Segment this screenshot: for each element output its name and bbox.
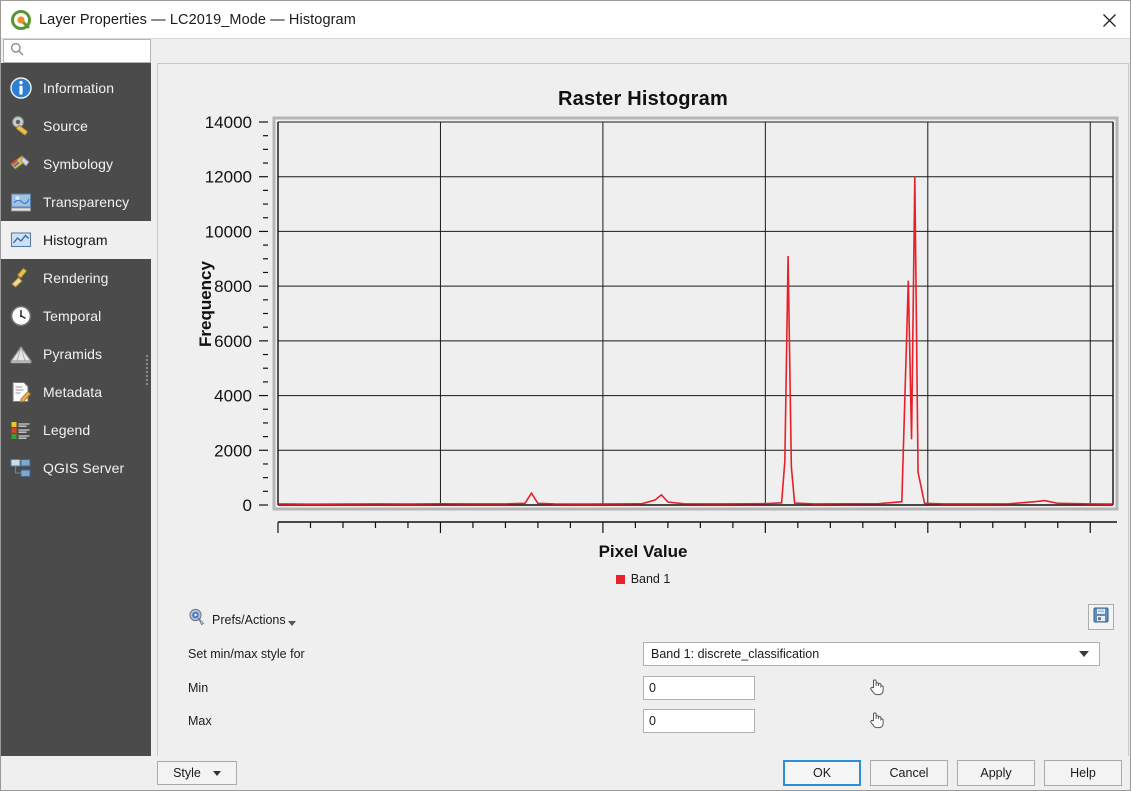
sidebar-item-label: Rendering — [43, 270, 109, 286]
prefs-actions-button[interactable]: Prefs/Actions — [188, 608, 296, 631]
hand-pointer-icon — [866, 709, 886, 734]
chart-x-axis-label: Pixel Value — [598, 542, 688, 561]
min-picker-button[interactable] — [863, 675, 889, 701]
legend-label-band1: Band 1 — [630, 572, 671, 586]
cancel-button[interactable]: Cancel — [870, 760, 948, 786]
qgis-logo-icon — [11, 9, 31, 30]
prefs-actions-label: Prefs/Actions — [212, 612, 286, 627]
dialog-button-group: OK Cancel Apply Help — [783, 760, 1122, 786]
minmax-style-label: Set min/max style for — [188, 647, 305, 661]
sidebar-item-source[interactable]: Source — [1, 107, 151, 145]
temporal-clock-icon — [8, 303, 34, 329]
sidebar: Information Source Symbology Transparenc… — [1, 63, 156, 758]
sidebar-item-transparency[interactable]: Transparency — [1, 183, 151, 221]
legend-icon — [8, 417, 34, 443]
max-label: Max — [188, 714, 212, 728]
caret-down-icon — [287, 620, 296, 626]
symbology-icon — [8, 151, 34, 177]
ok-button[interactable]: OK — [783, 760, 861, 786]
transparency-icon — [8, 189, 34, 215]
min-label: Min — [188, 681, 209, 695]
sidebar-item-information[interactable]: Information — [1, 69, 151, 107]
sidebar-item-label: Transparency — [43, 194, 130, 210]
min-row: Min — [188, 675, 1118, 701]
sidebar-item-label: QGIS Server — [43, 460, 125, 476]
minmax-style-row: Set min/max style for Band 1: discrete_c… — [188, 642, 1118, 666]
window-title: Layer Properties — LC2019_Mode — Histogr… — [39, 11, 356, 28]
apply-button[interactable]: Apply — [957, 760, 1035, 786]
histogram-panel: Raster Histogram Frequency Pixel Value 0… — [157, 63, 1129, 758]
sidebar-item-label: Temporal — [43, 308, 102, 324]
max-picker-button[interactable] — [863, 708, 889, 734]
information-icon — [8, 75, 34, 101]
dialog-footer: Style OK Cancel Apply Help — [1, 756, 1130, 790]
sidebar-item-temporal[interactable]: Temporal — [1, 297, 151, 335]
min-input[interactable] — [643, 676, 755, 700]
help-button[interactable]: Help — [1044, 760, 1122, 786]
svg-text:0: 0 — [243, 496, 252, 515]
sidebar-item-label: Information — [43, 80, 115, 96]
max-row: Max — [188, 708, 1118, 734]
search-icon — [10, 42, 24, 61]
histogram-plot[interactable]: 0200040006000800010000120001400005010015… — [158, 64, 1128, 534]
svg-text:12000: 12000 — [205, 168, 252, 187]
sidebar-item-rendering[interactable]: Rendering — [1, 259, 151, 297]
rendering-icon — [8, 265, 34, 291]
sidebar-item-label: Source — [43, 118, 88, 134]
source-icon — [8, 113, 34, 139]
layer-properties-dialog: Layer Properties — LC2019_Mode — Histogr… — [0, 0, 1131, 791]
title-bar: Layer Properties — LC2019_Mode — Histogr… — [1, 1, 1130, 39]
caret-down-icon — [212, 770, 221, 776]
close-icon[interactable] — [1086, 1, 1130, 39]
sidebar-item-symbology[interactable]: Symbology — [1, 145, 151, 183]
sidebar-item-label: Histogram — [43, 232, 108, 248]
svg-text:10000: 10000 — [205, 222, 252, 241]
chevron-down-icon — [1079, 651, 1089, 657]
style-button[interactable]: Style — [157, 761, 237, 785]
sidebar-scroll-indicator — [145, 353, 149, 393]
max-input[interactable] — [643, 709, 755, 733]
sidebar-item-histogram[interactable]: Histogram — [1, 221, 156, 259]
sidebar-item-pyramids[interactable]: Pyramids — [1, 335, 151, 373]
hand-pointer-icon — [866, 676, 886, 701]
save-floppy-icon — [1093, 607, 1109, 628]
search-input[interactable] — [29, 41, 137, 61]
style-button-label: Style — [173, 766, 201, 780]
svg-text:4000: 4000 — [214, 387, 252, 406]
legend-swatch-band1 — [615, 574, 625, 584]
sidebar-item-qgis-server[interactable]: QGIS Server — [1, 449, 151, 487]
band-select-value: Band 1: discrete_classification — [651, 647, 820, 661]
sidebar-item-label: Metadata — [43, 384, 103, 400]
metadata-icon — [8, 379, 34, 405]
svg-text:2000: 2000 — [214, 441, 252, 460]
sidebar-item-label: Symbology — [43, 156, 114, 172]
qgis-server-icon — [8, 455, 34, 481]
histogram-icon — [8, 227, 34, 253]
prefs-actions-icon — [188, 608, 206, 631]
sidebar-item-legend[interactable]: Legend — [1, 411, 151, 449]
svg-text:6000: 6000 — [214, 332, 252, 351]
chart-container: Raster Histogram Frequency Pixel Value 0… — [158, 64, 1128, 594]
chart-legend: Band 1 — [158, 572, 1128, 586]
sidebar-item-label: Pyramids — [43, 346, 103, 362]
sidebar-item-label: Legend — [43, 422, 91, 438]
band-select[interactable]: Band 1: discrete_classification — [643, 642, 1100, 666]
search-box[interactable] — [3, 39, 151, 63]
pyramids-icon — [8, 341, 34, 367]
save-chart-button[interactable] — [1088, 604, 1114, 630]
svg-text:14000: 14000 — [205, 113, 252, 132]
svg-text:8000: 8000 — [214, 277, 252, 296]
sidebar-item-metadata[interactable]: Metadata — [1, 373, 151, 411]
